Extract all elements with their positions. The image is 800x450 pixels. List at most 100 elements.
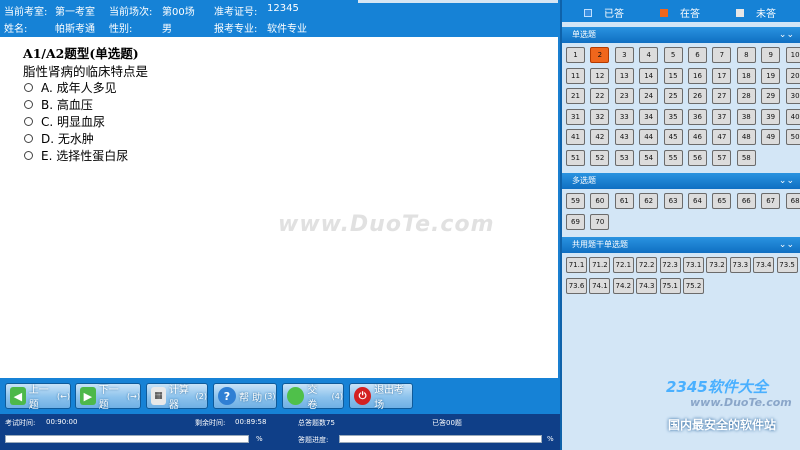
radio-icon[interactable] bbox=[24, 83, 33, 92]
radio-icon[interactable] bbox=[24, 100, 33, 109]
question-number-button[interactable]: 18 bbox=[736, 67, 756, 84]
question-number-button[interactable]: 38 bbox=[736, 108, 756, 125]
question-number-button[interactable]: 68 bbox=[785, 193, 800, 209]
question-number-button[interactable]: 69 bbox=[566, 213, 585, 230]
question-number-button[interactable]: 21 bbox=[566, 88, 585, 104]
question-number-button[interactable]: 75.1 bbox=[659, 277, 681, 294]
question-number-button[interactable]: 14 bbox=[639, 67, 659, 84]
question-number-button[interactable]: 42 bbox=[590, 129, 610, 145]
question-number-button[interactable]: 47 bbox=[712, 129, 732, 145]
question-number-button[interactable]: 58 bbox=[736, 149, 756, 166]
question-number-button[interactable]: 27 bbox=[712, 88, 732, 104]
radio-icon[interactable] bbox=[24, 151, 33, 160]
question-number-button[interactable]: 60 bbox=[590, 193, 610, 209]
question-number-button[interactable]: 4 bbox=[639, 47, 659, 63]
question-number-button[interactable]: 35 bbox=[663, 108, 683, 125]
chevron-double-down-icon[interactable]: ⌄⌄ bbox=[779, 237, 794, 253]
question-number-button[interactable]: 65 bbox=[712, 193, 732, 209]
question-number-button[interactable]: 3 bbox=[614, 47, 634, 63]
question-number-button[interactable]: 22 bbox=[590, 88, 610, 104]
question-number-button[interactable]: 73.3 bbox=[729, 257, 751, 273]
question-number-button[interactable]: 29 bbox=[761, 88, 781, 104]
question-number-button[interactable]: 28 bbox=[736, 88, 756, 104]
question-number-button[interactable]: 30 bbox=[785, 88, 800, 104]
question-number-button[interactable]: 70 bbox=[590, 213, 610, 230]
question-number-button[interactable]: 52 bbox=[590, 149, 610, 166]
submit-button[interactable]: 交 卷 (4) bbox=[282, 383, 344, 411]
question-number-button[interactable]: 11 bbox=[566, 67, 585, 84]
question-number-button[interactable]: 73.5 bbox=[776, 257, 798, 273]
question-number-button[interactable]: 74.2 bbox=[612, 277, 634, 294]
question-number-button[interactable]: 54 bbox=[639, 149, 659, 166]
question-number-button[interactable]: 75.2 bbox=[683, 277, 704, 294]
question-number-button[interactable]: 15 bbox=[663, 67, 683, 84]
question-number-button[interactable]: 7 bbox=[712, 47, 732, 63]
prev-question-button[interactable]: ◀ 上一题 (←) bbox=[5, 383, 71, 411]
option-c[interactable]: C. 明显血尿 bbox=[24, 113, 105, 130]
question-number-button[interactable]: 16 bbox=[688, 67, 707, 84]
chevron-double-down-icon[interactable]: ⌄⌄ bbox=[779, 173, 794, 189]
question-number-button[interactable]: 36 bbox=[688, 108, 707, 125]
help-button[interactable]: ? 帮 助 (3) bbox=[213, 383, 277, 409]
question-number-button[interactable]: 71.2 bbox=[589, 257, 611, 273]
question-number-button[interactable]: 26 bbox=[688, 88, 707, 104]
question-number-button[interactable]: 34 bbox=[639, 108, 659, 125]
question-number-button[interactable]: 71.1 bbox=[566, 257, 587, 273]
radio-icon[interactable] bbox=[24, 117, 33, 126]
question-number-button[interactable]: 33 bbox=[614, 108, 634, 125]
question-number-button[interactable]: 51 bbox=[566, 149, 585, 166]
question-number-button[interactable]: 6 bbox=[688, 47, 707, 63]
calculator-button[interactable]: ▦ 计算器 (2) bbox=[146, 383, 208, 411]
question-number-button[interactable]: 73.1 bbox=[683, 257, 704, 273]
question-number-button[interactable]: 32 bbox=[590, 108, 610, 125]
multi-choice-header[interactable]: 多选题 ⌄⌄ bbox=[562, 173, 800, 189]
question-number-button[interactable]: 50 bbox=[785, 129, 800, 145]
question-number-button[interactable]: 73.4 bbox=[753, 257, 775, 273]
question-number-button[interactable]: 45 bbox=[663, 129, 683, 145]
question-number-button[interactable]: 63 bbox=[663, 193, 683, 209]
question-number-button[interactable]: 41 bbox=[566, 129, 585, 145]
question-number-button[interactable]: 25 bbox=[663, 88, 683, 104]
question-number-button[interactable]: 72.3 bbox=[659, 257, 681, 273]
question-number-button[interactable]: 9 bbox=[761, 47, 781, 63]
question-number-button[interactable]: 72.2 bbox=[636, 257, 658, 273]
chevron-double-down-icon[interactable]: ⌄⌄ bbox=[779, 27, 794, 43]
question-number-button[interactable]: 13 bbox=[614, 67, 634, 84]
radio-icon[interactable] bbox=[24, 134, 33, 143]
question-number-button[interactable]: 74.3 bbox=[636, 277, 658, 294]
question-number-button[interactable]: 53 bbox=[614, 149, 634, 166]
option-e[interactable]: E. 选择性蛋白尿 bbox=[24, 147, 128, 164]
question-number-button[interactable]: 49 bbox=[761, 129, 781, 145]
question-number-button[interactable]: 37 bbox=[712, 108, 732, 125]
question-number-button[interactable]: 55 bbox=[663, 149, 683, 166]
question-number-button[interactable]: 73.6 bbox=[566, 277, 587, 294]
question-number-button[interactable]: 72.1 bbox=[612, 257, 634, 273]
option-b[interactable]: B. 高血压 bbox=[24, 96, 93, 113]
question-number-button[interactable]: 74.1 bbox=[589, 277, 611, 294]
question-number-button[interactable]: 39 bbox=[761, 108, 781, 125]
question-number-button[interactable]: 24 bbox=[639, 88, 659, 104]
question-number-button[interactable]: 5 bbox=[663, 47, 683, 63]
shared-stem-header[interactable]: 共用题干单选题 ⌄⌄ bbox=[562, 237, 800, 253]
question-number-button[interactable]: 59 bbox=[566, 193, 585, 209]
question-number-button[interactable]: 2 bbox=[590, 47, 610, 63]
next-question-button[interactable]: ▶ 下一题 (→) bbox=[75, 383, 141, 411]
question-number-button[interactable]: 46 bbox=[688, 129, 707, 145]
question-number-button[interactable]: 66 bbox=[736, 193, 756, 209]
question-number-button[interactable]: 67 bbox=[761, 193, 781, 209]
question-number-button[interactable]: 56 bbox=[688, 149, 707, 166]
question-number-button[interactable]: 40 bbox=[785, 108, 800, 125]
option-d[interactable]: D. 无水肿 bbox=[24, 130, 94, 147]
question-number-button[interactable]: 31 bbox=[566, 108, 585, 125]
question-number-button[interactable]: 23 bbox=[614, 88, 634, 104]
exit-exam-button[interactable]: ⏻ 退出考场 bbox=[349, 383, 413, 411]
question-number-button[interactable]: 8 bbox=[736, 47, 756, 63]
question-number-button[interactable]: 62 bbox=[639, 193, 659, 209]
question-number-button[interactable]: 44 bbox=[639, 129, 659, 145]
question-number-button[interactable]: 10 bbox=[785, 47, 800, 63]
question-number-button[interactable]: 1 bbox=[566, 47, 585, 63]
question-number-button[interactable]: 43 bbox=[614, 129, 634, 145]
question-number-button[interactable]: 20 bbox=[785, 67, 800, 84]
question-number-button[interactable]: 17 bbox=[712, 67, 732, 84]
question-number-button[interactable]: 19 bbox=[761, 67, 781, 84]
